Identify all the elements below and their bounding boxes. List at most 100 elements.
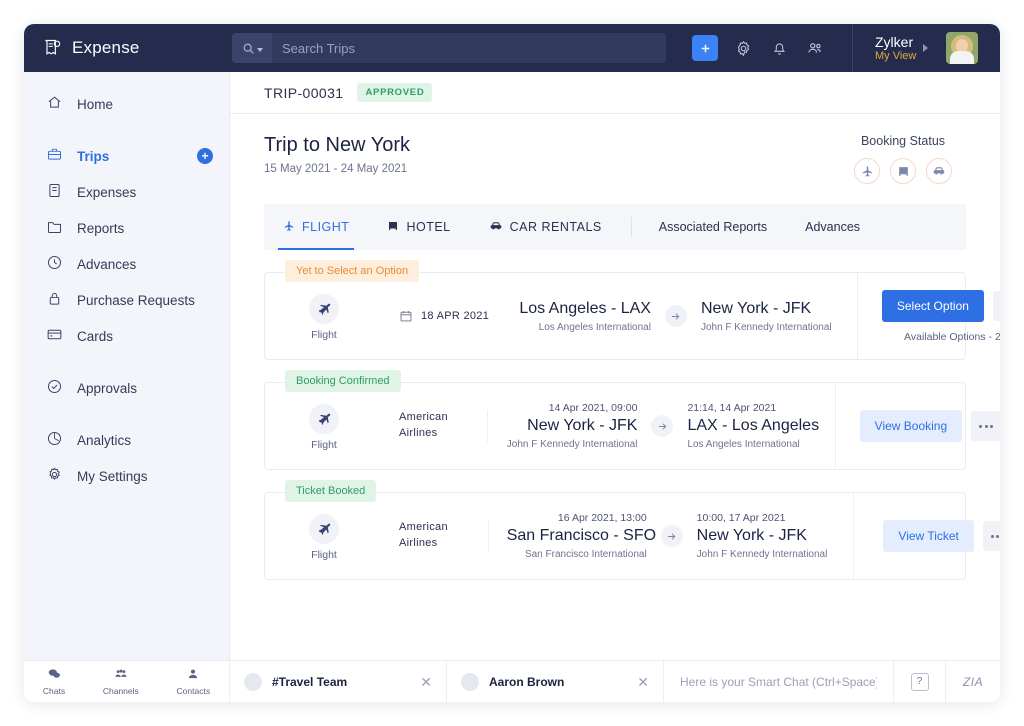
trip-title-block: Trip to New York 15 May 2021 - 24 May 20… [264, 134, 410, 175]
org-switcher[interactable]: Zylker My View [852, 24, 928, 72]
booking-status-label: Booking Status [854, 134, 952, 148]
people-icon[interactable] [804, 37, 826, 59]
chat-bar: Chats Channels Contacts #Travel Team ✕ [24, 660, 1000, 702]
status-badge: APPROVED [357, 83, 432, 102]
folder-icon [46, 218, 63, 238]
view-booking-button[interactable]: View Booking [860, 410, 963, 442]
smart-chat[interactable] [664, 661, 894, 702]
card-type-label: Flight [311, 439, 337, 451]
chats-button[interactable]: Chats [43, 667, 65, 696]
route-origin: 14 Apr 2021, 09:00 New York - JFK John F… [506, 402, 637, 450]
more-options-button[interactable] [993, 291, 1000, 321]
sidebar-item-expenses[interactable]: Expenses [24, 174, 229, 210]
route-origin: Los Angeles - LAX Los Angeles Internatio… [511, 300, 651, 333]
tab-label: FLIGHT [302, 220, 349, 234]
sidebar-item-my-settings[interactable]: My Settings [24, 458, 229, 494]
sidebar-item-approvals[interactable]: Approvals [24, 370, 229, 406]
briefcase-icon [46, 146, 63, 166]
more-options-button[interactable] [971, 411, 1000, 441]
sidebar-item-home[interactable]: Home [24, 86, 229, 122]
avatar [244, 673, 262, 691]
sidebar-item-label: My Settings [77, 469, 213, 484]
tab-hotel[interactable]: HOTEL [368, 204, 469, 250]
chat-tab-label: Aaron Brown [489, 675, 627, 689]
trip-id: TRIP-00031 [264, 85, 343, 101]
body: Home Trips [24, 72, 1000, 660]
car-status-icon[interactable] [926, 158, 952, 184]
destination-city: LAX - Los Angeles [687, 417, 818, 435]
scroll-area[interactable]: Trip to New York 15 May 2021 - 24 May 20… [230, 114, 1000, 660]
origin-airport: San Francisco International [507, 549, 647, 560]
chat-tab-aaron-brown[interactable]: Aaron Brown ✕ [447, 661, 664, 702]
channels-icon [114, 667, 128, 683]
select-option-button[interactable]: Select Option [882, 290, 984, 322]
hotel-status-icon[interactable] [890, 158, 916, 184]
card-status-tag: Yet to Select an Option [285, 260, 419, 282]
card-detail-column: American Airlines 16 Apr 2021, 13:00 San… [383, 493, 853, 579]
help-button[interactable]: ? [894, 661, 946, 702]
app-window: Expense [24, 24, 1000, 702]
tab-advances[interactable]: Advances [786, 204, 879, 250]
org-name: Zylker [875, 34, 916, 50]
flight-status-icon[interactable] [854, 158, 880, 184]
car-icon [489, 219, 503, 236]
brand[interactable]: Expense [24, 38, 230, 58]
card-detail-column: 18 APR 2021 Los Angeles - LAX Los Angele… [383, 273, 857, 359]
tab-car-rentals[interactable]: CAR RENTALS [470, 204, 621, 250]
search-icon[interactable] [232, 33, 272, 63]
avatar[interactable] [946, 32, 978, 64]
card-type-column: Flight [265, 273, 383, 359]
origin-airport: Los Angeles International [511, 322, 651, 333]
card-type-column: Flight [265, 493, 383, 579]
card-action-column: View Ticket [853, 493, 1000, 579]
origin-city: San Francisco - SFO [507, 527, 647, 545]
arrow-right-icon [661, 525, 683, 547]
tab-label: Associated Reports [659, 220, 767, 234]
channels-label: Channels [103, 686, 139, 696]
chat-tab-travel-team[interactable]: #Travel Team ✕ [230, 661, 447, 702]
view-ticket-button[interactable]: View Ticket [883, 520, 973, 552]
smart-chat-input[interactable] [680, 675, 877, 689]
card-route: Los Angeles - LAX Los Angeles Internatio… [511, 300, 841, 333]
close-icon[interactable]: ✕ [420, 675, 432, 689]
tab-associated-reports[interactable]: Associated Reports [640, 204, 786, 250]
search-input[interactable] [272, 41, 666, 56]
origin-airport: John F Kennedy International [506, 439, 637, 450]
card-route: 16 Apr 2021, 13:00 San Francisco - SFO S… [489, 512, 837, 560]
gear-icon[interactable] [732, 37, 754, 59]
flight-card: Ticket Booked Flight American Airlines [264, 492, 966, 580]
sidebar-item-advances[interactable]: Advances [24, 246, 229, 282]
zia-button[interactable]: ZIA [946, 661, 1000, 702]
origin-time: 14 Apr 2021, 09:00 [506, 402, 637, 414]
search-box[interactable] [232, 33, 666, 63]
sidebar-item-label: Advances [77, 257, 213, 272]
sidebar: Home Trips [24, 72, 230, 660]
card-action-column: Select Option Available Options - 2 [857, 273, 1000, 359]
bell-icon[interactable] [768, 37, 790, 59]
plane-icon [283, 220, 295, 235]
contacts-button[interactable]: Contacts [177, 667, 211, 696]
sidebar-item-trips[interactable]: Trips [24, 138, 229, 174]
tab-bar: FLIGHT HOTEL CAR RENTALS [264, 204, 966, 250]
tab-divider [631, 217, 632, 237]
card-detail-column: American Airlines 14 Apr 2021, 09:00 New… [383, 383, 835, 469]
calendar-icon [399, 309, 413, 323]
add-button[interactable] [692, 35, 718, 61]
contact-icon [186, 667, 200, 683]
sidebar-item-label: Purchase Requests [77, 293, 213, 308]
sidebar-item-cards[interactable]: Cards [24, 318, 229, 354]
sidebar-item-label: Trips [77, 149, 183, 164]
add-trip-button[interactable] [197, 148, 213, 164]
sidebar-item-purchase-requests[interactable]: Purchase Requests [24, 282, 229, 318]
tab-flight[interactable]: FLIGHT [264, 204, 368, 250]
more-options-button[interactable] [983, 521, 1000, 551]
available-options-note: Available Options - 2 [904, 331, 1000, 343]
sidebar-item-analytics[interactable]: Analytics [24, 422, 229, 458]
channels-button[interactable]: Channels [103, 667, 139, 696]
close-icon[interactable]: ✕ [637, 675, 649, 689]
tab-label: Advances [805, 220, 860, 234]
clock-icon [46, 254, 63, 274]
receipt-icon [42, 38, 62, 58]
trip-dates: 15 May 2021 - 24 May 2021 [264, 163, 410, 175]
sidebar-item-reports[interactable]: Reports [24, 210, 229, 246]
